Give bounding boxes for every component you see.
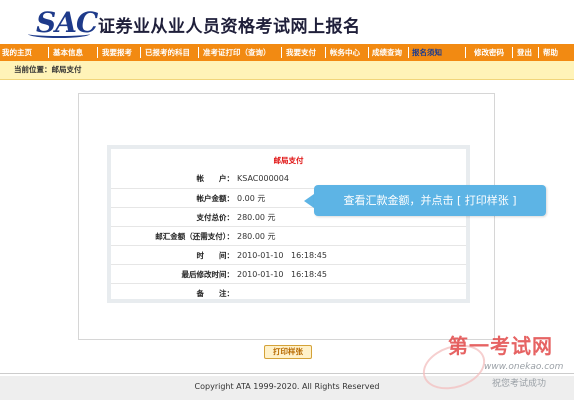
watermark-url: www.onekao.com: [484, 362, 564, 372]
nav-separator: [281, 47, 282, 58]
label-account-balance: 帐户金额：: [196, 194, 235, 203]
payment-title: 邮局支付: [273, 156, 304, 165]
label-remarks: 备 注：: [196, 289, 235, 298]
nav-separator: [97, 47, 98, 58]
nav-item-payment[interactable]: 我要支付: [286, 44, 316, 61]
nav-item-registration-notice[interactable]: 报名须知: [412, 44, 442, 61]
nav-separator: [198, 47, 199, 58]
nav-separator: [325, 47, 326, 58]
value-account: KSAC000004: [237, 174, 289, 183]
value-last-modified-date: 2010-01-10: [237, 270, 284, 279]
nav-separator: [140, 47, 141, 58]
payment-card: 邮局支付 帐 户： KSAC000004 帐户金额： 0.00 元 支付总价： …: [107, 145, 470, 303]
nav-separator: [368, 47, 369, 58]
row-remittance-amount: 邮汇金额（还需支付）： 280.00 元: [111, 226, 466, 246]
nav-separator: [538, 47, 539, 58]
nav-separator: [408, 47, 409, 58]
value-date: 2010-01-10: [237, 251, 284, 260]
row-last-modified: 最后修改时间： 2010-01-10 16:18:45: [111, 264, 466, 284]
main-navbar: 我的主页 基本信息 我要报考 已报考的科目 准考证打印（查询） 我要支付 帐务中…: [0, 44, 574, 61]
footer-divider: [0, 373, 574, 374]
instruction-tooltip: 查看汇款金额，并点击 [ 打印样张 ]: [314, 185, 546, 216]
nav-item-help[interactable]: 帮助: [543, 44, 558, 61]
value-last-modified-time: 16:18:45: [291, 270, 327, 279]
breadcrumb-bar: 当前位置：邮局支付: [0, 61, 574, 80]
copyright: Copyright ATA 1999-2020. All Rights Rese…: [194, 382, 380, 391]
header: SAC 证券业从业人员资格考试网上报名: [0, 0, 574, 44]
value-total-payment: 280.00 元: [237, 213, 276, 222]
nav-item-apply-exam[interactable]: 我要报考: [102, 44, 132, 61]
nav-separator: [512, 47, 513, 58]
row-remarks: 备 注：: [111, 283, 466, 303]
nav-item-account-center[interactable]: 帐务中心: [330, 44, 360, 61]
nav-item-logout[interactable]: 登出: [517, 44, 532, 61]
value-remittance-amount: 280.00 元: [237, 232, 276, 241]
nav-item-basic-info[interactable]: 基本信息: [53, 44, 83, 61]
nav-item-admission-ticket[interactable]: 准考证打印（查询）: [203, 44, 271, 61]
footer: Copyright ATA 1999-2020. All Rights Rese…: [0, 376, 574, 400]
nav-item-registered-subjects[interactable]: 已报考的科目: [145, 44, 190, 61]
value-time: 16:18:45: [291, 251, 327, 260]
nav-separator: [48, 47, 49, 58]
watermark-slogan: 祝您考试成功: [492, 379, 547, 389]
value-account-balance: 0.00 元: [237, 194, 266, 203]
label-remittance-amount: 邮汇金额（还需支付）：: [155, 232, 234, 241]
watermark-title: 第一考试网: [448, 334, 553, 358]
label-last-modified: 最后修改时间：: [181, 270, 235, 279]
print-sample-button[interactable]: 打印样张: [264, 345, 312, 359]
label-account: 帐 户：: [196, 174, 235, 183]
nav-item-homepage[interactable]: 我的主页: [2, 44, 32, 61]
breadcrumb: 当前位置：邮局支付: [14, 65, 82, 74]
nav-item-change-password[interactable]: 修改密码: [474, 44, 504, 61]
logo-swoosh: [28, 30, 90, 38]
nav-item-score-query[interactable]: 成绩查询: [372, 44, 402, 61]
label-total-payment: 支付总价：: [196, 213, 235, 222]
label-time: 时 间：: [196, 251, 235, 260]
nav-separator: [465, 47, 466, 58]
tooltip-arrow: [304, 194, 314, 208]
row-time: 时 间： 2010-01-10 16:18:45: [111, 245, 466, 265]
site-title: 证券业从业人员资格考试网上报名: [98, 17, 361, 37]
